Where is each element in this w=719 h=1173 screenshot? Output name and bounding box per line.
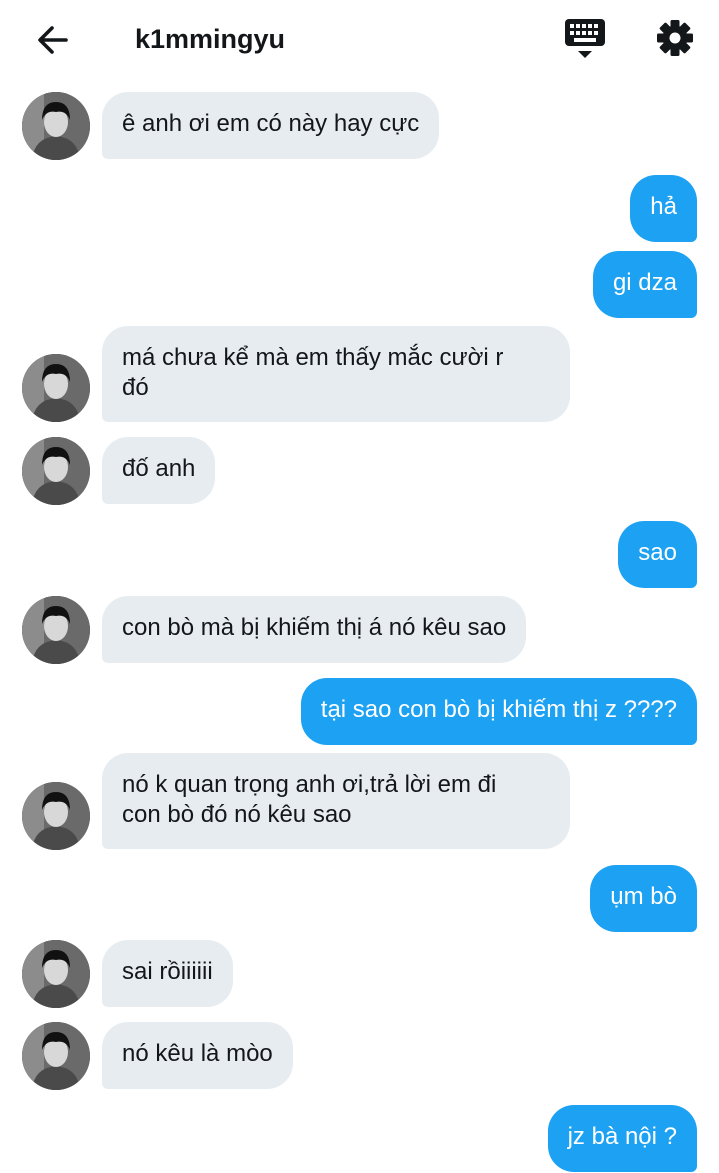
avatar[interactable]: [22, 1022, 90, 1090]
message-bubble-incoming[interactable]: con bò mà bị khiếm thị á nó kêu sao: [102, 596, 527, 663]
avatar[interactable]: [22, 92, 90, 160]
message-thread: ê anh ơi em có này hay cực hả gi dza má …: [0, 0, 719, 1173]
user-avatar-photo: [22, 437, 90, 505]
message-bubble-incoming[interactable]: nó kêu là mòo: [102, 1022, 293, 1089]
message-bubble-outgoing[interactable]: tại sao con bò bị khiếm thị z ????: [300, 678, 697, 745]
avatar[interactable]: [22, 354, 90, 422]
message-bubble-outgoing[interactable]: jz bà nội ?: [547, 1105, 697, 1172]
message-bubble-outgoing[interactable]: gi dza: [592, 251, 697, 318]
user-avatar-photo: [22, 596, 90, 664]
message-bubble-incoming[interactable]: ê anh ơi em có này hay cực: [102, 92, 440, 159]
message-bubble-incoming[interactable]: nó k quan trọng anh ơi,trả lời em đi con…: [102, 753, 570, 849]
message-bubble-incoming[interactable]: đố anh: [102, 437, 216, 504]
user-avatar-photo: [22, 1022, 90, 1090]
avatar[interactable]: [22, 782, 90, 850]
message-bubble-outgoing[interactable]: sao: [618, 521, 697, 588]
user-avatar-photo: [22, 92, 90, 160]
message-bubble-incoming[interactable]: má chưa kể mà em thấy mắc cười r đó: [102, 326, 570, 422]
avatar[interactable]: [22, 596, 90, 664]
user-avatar-photo: [22, 782, 90, 850]
avatar[interactable]: [22, 940, 90, 1008]
message-bubble-incoming[interactable]: sai rồiiiiii: [102, 940, 233, 1007]
message-bubble-outgoing[interactable]: ụm bò: [590, 865, 697, 932]
message-bubble-outgoing[interactable]: hả: [630, 175, 697, 242]
user-avatar-photo: [22, 354, 90, 422]
user-avatar-photo: [22, 940, 90, 1008]
avatar[interactable]: [22, 437, 90, 505]
